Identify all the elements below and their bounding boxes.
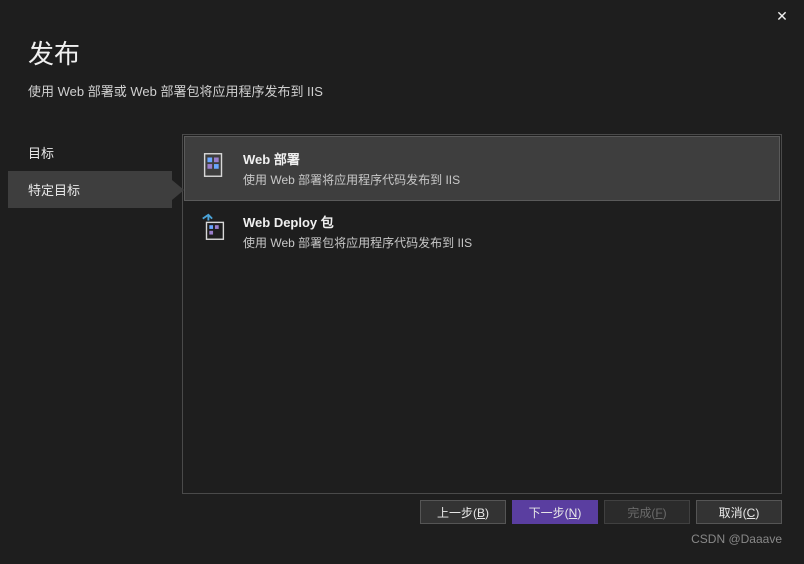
dialog-header: 发布 使用 Web 部署或 Web 部署包将应用程序发布到 IIS (0, 0, 804, 116)
option-title: Web Deploy 包 (243, 212, 765, 231)
sidebar-item-specific-target[interactable]: 特定目标 (8, 171, 172, 208)
button-row: 上一步(B) 下一步(N) 完成(F) 取消(C) (420, 500, 782, 524)
sidebar: 目标 特定目标 (8, 134, 172, 494)
dialog-subtitle: 使用 Web 部署或 Web 部署包将应用程序发布到 IIS (28, 81, 776, 100)
option-title: Web 部署 (243, 149, 765, 168)
server-icon (199, 150, 229, 180)
sidebar-item-label: 目标 (28, 146, 54, 161)
close-button[interactable]: ✕ (772, 6, 792, 26)
package-icon (199, 213, 229, 243)
option-web-deploy[interactable]: Web 部署 使用 Web 部署将应用程序代码发布到 IIS (185, 137, 779, 200)
next-button[interactable]: 下一步(N) (512, 500, 598, 524)
content-area: 目标 特定目标 Web 部署 使用 Web 部署将应用程序代码发布到 IIS (0, 134, 804, 494)
options-panel: Web 部署 使用 Web 部署将应用程序代码发布到 IIS Web Deplo… (182, 134, 782, 494)
option-text: Web 部署 使用 Web 部署将应用程序代码发布到 IIS (243, 149, 765, 188)
option-text: Web Deploy 包 使用 Web 部署包将应用程序代码发布到 IIS (243, 212, 765, 251)
back-button[interactable]: 上一步(B) (420, 500, 506, 524)
option-desc: 使用 Web 部署将应用程序代码发布到 IIS (243, 171, 765, 188)
sidebar-item-target[interactable]: 目标 (8, 134, 172, 171)
sidebar-item-label: 特定目标 (28, 183, 80, 198)
dialog-title: 发布 (28, 34, 776, 71)
dialog-footer: 上一步(B) 下一步(N) 完成(F) 取消(C) CSDN @Daaave (420, 500, 782, 546)
finish-button: 完成(F) (604, 500, 690, 524)
close-icon: ✕ (776, 8, 788, 24)
footer-credit: CSDN @Daaave (420, 532, 782, 546)
option-web-deploy-package[interactable]: Web Deploy 包 使用 Web 部署包将应用程序代码发布到 IIS (185, 200, 779, 263)
option-desc: 使用 Web 部署包将应用程序代码发布到 IIS (243, 234, 765, 251)
cancel-button[interactable]: 取消(C) (696, 500, 782, 524)
